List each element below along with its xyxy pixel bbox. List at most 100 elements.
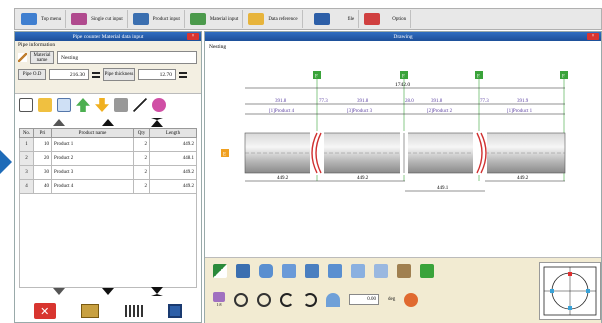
drawing-close-button[interactable]: × <box>587 33 599 40</box>
row-qty: 2 <box>133 137 150 152</box>
zoom-in-icon[interactable] <box>234 292 248 307</box>
row-length: 448.1 <box>149 151 197 166</box>
top-dim-5: 391.8 <box>431 99 443 104</box>
calculator-icon[interactable] <box>81 304 100 318</box>
row-qty: 2 <box>133 151 150 166</box>
row-pri: 10 <box>33 137 52 152</box>
product-input-label: Product input <box>152 16 180 22</box>
equals-icon <box>92 71 100 78</box>
rotate-cw-icon[interactable] <box>280 292 294 307</box>
equals-icon <box>179 71 187 78</box>
marker-3[interactable]: F <box>475 71 483 80</box>
move-up-icon[interactable] <box>76 98 90 112</box>
paste-icon[interactable] <box>114 98 128 112</box>
data-reference-button[interactable]: Data reference <box>244 10 303 28</box>
barcode-icon[interactable] <box>124 305 143 317</box>
marker-2[interactable]: F <box>400 71 408 80</box>
page-down-icon[interactable] <box>101 287 114 295</box>
top-dim-7: 391.9 <box>517 99 529 104</box>
table-row[interactable]: 2 20 Product 2 2 448.1 <box>19 151 197 166</box>
bottom-dim-1: 449.2 <box>277 176 289 181</box>
row-length: 449.2 <box>149 165 197 180</box>
wrench-icon[interactable] <box>397 264 411 278</box>
top-menu-icon <box>21 13 37 25</box>
bottom-dim-3: 449.1 <box>437 186 449 191</box>
move-down-icon[interactable] <box>95 98 109 112</box>
option-button[interactable]: Option <box>360 10 412 28</box>
cylinder-right-icon[interactable] <box>328 264 342 278</box>
drawing-canvas[interactable]: Nesting F F F F 1742.0 391.8 77.3 391.8 … <box>205 41 601 257</box>
row-pri: 20 <box>33 151 52 166</box>
swap-icon[interactable] <box>236 264 250 278</box>
pipe-od-field[interactable]: 216.30 <box>49 69 89 80</box>
zoom-ratio[interactable]: 1:8 <box>213 292 225 307</box>
scroll-bottom-icon[interactable] <box>150 286 163 296</box>
folder-icon <box>248 13 265 25</box>
save-icon <box>313 13 330 25</box>
scroll-up-icon[interactable] <box>53 118 66 126</box>
cancel-button[interactable]: ✕ <box>33 303 56 319</box>
page-up-icon[interactable] <box>101 118 114 126</box>
start-marker[interactable]: E <box>221 149 229 158</box>
table-row[interactable]: 4 40 Product 4 2 449.2 <box>19 179 197 194</box>
view-icon[interactable] <box>374 264 388 278</box>
top-menu-button[interactable]: Top menu <box>17 10 67 28</box>
stamp-icon[interactable] <box>133 98 147 112</box>
material-input-button[interactable]: Material input <box>186 10 244 28</box>
table-row[interactable]: 3 30 Product 3 2 449.2 <box>19 165 197 180</box>
drawing-tools: 1:8 0.00 deg <box>205 257 601 323</box>
pipe-od-label: Pipe O.D <box>18 69 46 80</box>
single-cut-input-button[interactable]: Single cut input <box>67 10 128 28</box>
tool-row-2: 1:8 0.00 deg <box>213 292 419 307</box>
open-folder-icon[interactable] <box>38 98 52 112</box>
cylinder-icon[interactable] <box>259 264 273 278</box>
drawing-panel: Drawing × Nesting F F F F 1742.0 391.8 7… <box>204 31 602 323</box>
top-dim-1: 391.8 <box>275 99 287 104</box>
scroll-nav-bottom <box>15 285 201 297</box>
option-label: Option <box>392 16 407 22</box>
bottom-dim-2: 449.2 <box>357 176 369 181</box>
marker-1[interactable]: F <box>313 71 321 80</box>
comment-icon[interactable] <box>152 98 166 112</box>
pipe-info-label: Pipe information <box>18 42 56 48</box>
top-dim-6: 77.3 <box>480 99 489 104</box>
zoom-out-icon[interactable] <box>257 292 271 307</box>
zoom-ratio-label: 1:8 <box>216 302 222 307</box>
line-tool-icon[interactable] <box>213 264 227 278</box>
cylinder-cut-icon[interactable] <box>282 264 296 278</box>
single-cut-label: Single cut input <box>91 16 123 22</box>
cut-gap <box>473 131 487 175</box>
marker-4[interactable]: F <box>560 71 568 80</box>
row-length: 449.2 <box>149 179 197 194</box>
apply-angle-icon[interactable] <box>404 292 419 307</box>
shape-icon[interactable] <box>351 264 365 278</box>
copy-icon[interactable] <box>57 98 71 112</box>
material-input-panel: Pipe counter Material data input × Pipe … <box>14 31 202 323</box>
cylinder-left-icon[interactable] <box>305 264 319 278</box>
thickness-field[interactable]: 12.70 <box>138 69 176 80</box>
angle-icon[interactable] <box>326 292 340 307</box>
angle-field[interactable]: 0.00 <box>349 294 379 305</box>
file-button[interactable]: file <box>310 10 360 28</box>
marker-1-label: F <box>315 75 318 80</box>
table-row[interactable]: 1 10 Product 1 2 449.2 <box>19 137 197 152</box>
printer-icon[interactable] <box>420 264 434 278</box>
top-menu-label: Top menu <box>41 16 62 22</box>
save-icon[interactable] <box>168 304 183 318</box>
scroll-top-icon[interactable] <box>150 117 163 127</box>
material-name-field[interactable]: Nesting <box>57 51 197 64</box>
product-input-button[interactable]: Product input <box>129 10 185 28</box>
scroll-down-icon[interactable] <box>53 287 66 295</box>
rotate-ccw-icon[interactable] <box>303 292 317 307</box>
row-product-name: Product 1 <box>51 137 134 152</box>
table-empty-area[interactable] <box>19 194 197 288</box>
row-qty: 2 <box>133 165 150 180</box>
new-doc-icon[interactable] <box>19 98 33 112</box>
nav-arrow-icon <box>0 150 12 174</box>
pencil-icon <box>18 53 27 62</box>
close-button[interactable]: × <box>187 33 199 40</box>
data-reference-label: Data reference <box>268 16 298 22</box>
product-label-4: [1]Product 1 <box>507 109 533 114</box>
row-pri: 30 <box>33 165 52 180</box>
drawing-title: Drawing × <box>205 32 601 41</box>
